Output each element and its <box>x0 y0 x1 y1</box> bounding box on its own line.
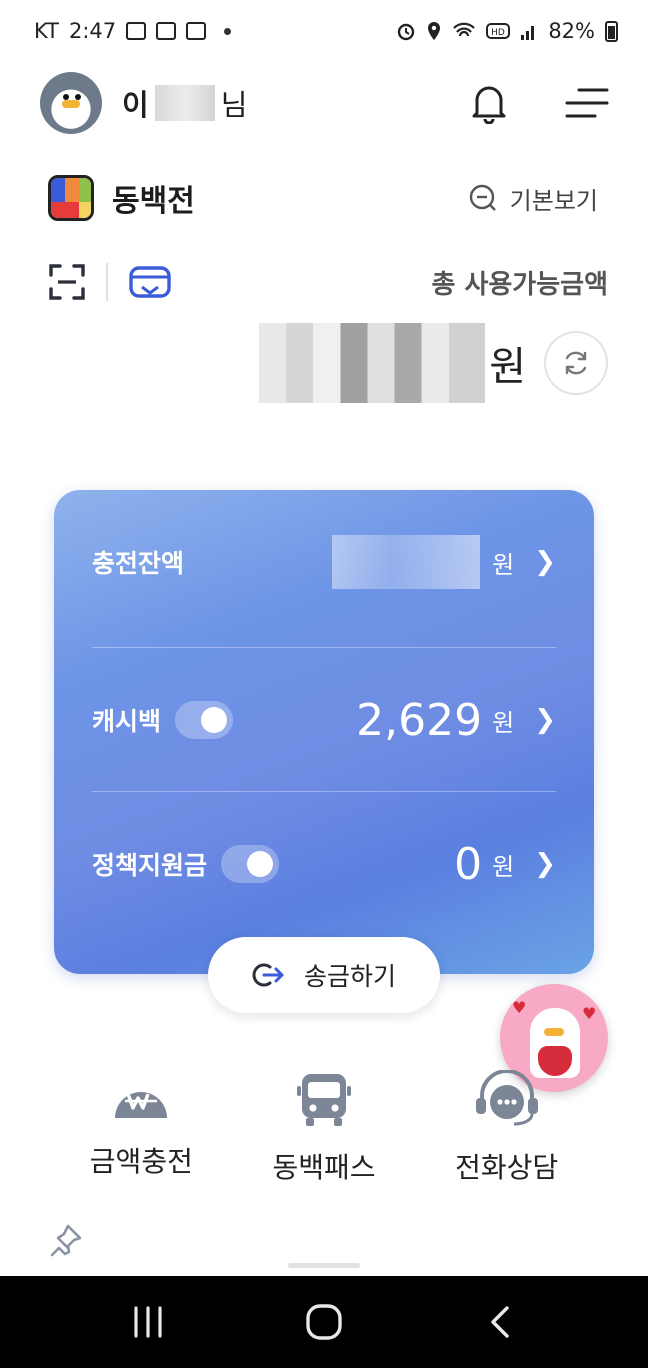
location-icon <box>428 22 441 40</box>
pin-icon <box>50 1224 82 1257</box>
pin-button[interactable] <box>48 1222 84 1262</box>
brand-name: 동백전 <box>112 184 195 219</box>
quick-menu-charge[interactable]: 금액충전 <box>66 1070 216 1190</box>
back-button[interactable] <box>470 1292 530 1352</box>
balance-header: 총 사용가능금액 <box>0 252 648 312</box>
chevron-right-icon: ❯ <box>534 547 556 577</box>
total-balance: 원 <box>259 318 608 408</box>
recent-apps-icon <box>134 1306 162 1338</box>
won-charge-icon <box>115 1092 168 1118</box>
total-available-label: 총 사용가능금액 <box>431 269 609 300</box>
policy-support-value: 0 원 ❯ <box>454 839 556 890</box>
hd-voice-icon: HD <box>486 23 511 39</box>
charge-balance-value: 원 ❯ <box>332 535 556 589</box>
user-name-blurred <box>154 85 215 121</box>
battery-percent: 82% <box>548 19 595 43</box>
system-nav-bar <box>0 1276 648 1368</box>
quick-menu-pass[interactable]: 동백패스 <box>249 1070 399 1190</box>
zoom-out-icon <box>469 184 496 211</box>
menu-button[interactable] <box>564 80 610 126</box>
policy-support-unit: 원 <box>492 852 515 881</box>
app-header: 이 님 <box>0 62 648 144</box>
toolbar-divider <box>106 263 108 301</box>
photo-notification-icon-2 <box>186 22 207 40</box>
total-amount-blurred <box>259 323 486 403</box>
heart-icon: ♥ <box>582 1004 597 1023</box>
policy-support-label: 정책지원금 <box>92 845 280 883</box>
policy-support-label-text: 정책지원금 <box>92 851 208 880</box>
quick-menu-pass-label: 동백패스 <box>272 1151 376 1184</box>
cashback-row[interactable]: 캐시백 2,629 원 ❯ <box>92 648 556 792</box>
photo-notification-icon <box>156 22 177 40</box>
charge-balance-label-text: 충전잔액 <box>92 549 185 578</box>
avatar-beak <box>62 100 80 108</box>
scroll-handle <box>288 1263 360 1268</box>
tool-icons <box>48 263 172 301</box>
mascot-beak <box>544 1028 564 1036</box>
user-name-initial: 이 <box>122 88 149 122</box>
svg-text:HD: HD <box>491 28 505 38</box>
back-icon <box>491 1306 509 1338</box>
transfer-label: 송금하기 <box>303 962 396 991</box>
transfer-button[interactable]: 송금하기 <box>208 937 440 1013</box>
chevron-right-icon: ❯ <box>534 849 556 879</box>
home-icon <box>306 1304 342 1340</box>
qr-scan-button[interactable] <box>48 263 86 301</box>
quick-menu-charge-label: 금액충전 <box>89 1145 193 1178</box>
page: KT 2:47 HD 82% 이 님 동백전 기본보기 총 사용가능금액 원 충… <box>0 0 648 1368</box>
bus-icon <box>296 1074 351 1126</box>
quick-menu-call[interactable]: 전화상담 <box>432 1070 582 1190</box>
user-greeting: 이 님 <box>122 82 247 124</box>
charge-balance-label: 충전잔액 <box>92 544 184 580</box>
heart-icon: ♥ <box>512 998 527 1017</box>
brand-row: 동백전 기본보기 <box>0 168 648 228</box>
bell-icon <box>472 86 506 124</box>
charge-balance-unit: 원 <box>492 550 515 579</box>
chevron-right-icon: ❯ <box>534 705 556 735</box>
user-name-suffix: 님 <box>220 88 248 122</box>
view-toggle-label: 기본보기 <box>509 186 598 215</box>
quick-menu-call-label: 전화상담 <box>455 1151 559 1184</box>
policy-support-toggle[interactable] <box>221 845 280 883</box>
basic-view-toggle[interactable]: 기본보기 <box>468 181 598 216</box>
charge-balance-blurred <box>332 535 481 589</box>
total-amount-unit: 원 <box>489 344 526 390</box>
dongbaekjeon-logo-icon <box>48 175 94 221</box>
wifi-icon <box>453 22 476 37</box>
cashback-toggle[interactable] <box>175 701 234 739</box>
refresh-icon <box>565 351 587 375</box>
home-button[interactable] <box>294 1292 354 1352</box>
status-left: KT 2:47 <box>34 19 232 43</box>
carrier-text: KT <box>34 19 59 43</box>
more-notifications-dot-icon <box>224 27 232 35</box>
clock-text: 2:47 <box>68 19 117 43</box>
battery-icon <box>605 20 618 42</box>
header-actions <box>466 80 610 126</box>
policy-support-amount: 0 <box>454 838 483 890</box>
cashback-label: 캐시백 <box>92 701 234 739</box>
cashback-value: 2,629 원 ❯ <box>356 695 556 746</box>
status-bar: KT 2:47 HD 82% <box>0 0 648 62</box>
card-wallet-button[interactable] <box>128 263 172 301</box>
avatar[interactable] <box>40 72 102 134</box>
recent-apps-button[interactable] <box>118 1292 178 1352</box>
policy-support-row[interactable]: 정책지원금 0 원 ❯ <box>92 792 556 936</box>
send-arrow-icon <box>252 963 284 987</box>
gallery-notification-icon <box>126 22 147 40</box>
quick-menu: 금액충전 동백패스 전화상담 <box>0 1070 648 1190</box>
hamburger-menu-icon <box>565 88 609 118</box>
signal-icon <box>521 26 535 40</box>
cashback-amount: 2,629 <box>356 694 483 746</box>
notification-bell-button[interactable] <box>466 80 512 126</box>
headset-chat-icon <box>475 1070 538 1126</box>
wallet-card: 충전잔액 원 ❯ 캐시백 2,629 원 ❯ 정책지원금 0 원 ❯ <box>54 490 594 974</box>
charge-balance-row[interactable]: 충전잔액 원 ❯ <box>92 490 556 634</box>
cashback-unit: 원 <box>492 708 515 737</box>
refresh-button[interactable] <box>544 331 608 395</box>
status-right: HD 82% <box>396 19 618 43</box>
cashback-label-text: 캐시백 <box>92 707 162 736</box>
alarm-icon <box>398 23 415 41</box>
